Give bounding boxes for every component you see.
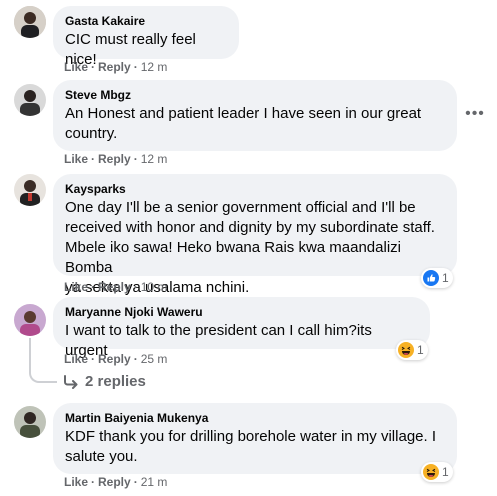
comment-bubble: Martin Baiyenia Mukenya KDF thank you fo… bbox=[53, 403, 457, 474]
more-options-icon[interactable]: ••• bbox=[461, 104, 489, 124]
reaction-badge[interactable]: 1 bbox=[396, 340, 428, 360]
reaction-count: 1 bbox=[442, 465, 449, 479]
avatar-image bbox=[14, 84, 46, 116]
separator: · bbox=[133, 60, 138, 74]
comment-author[interactable]: Gasta Kakaire bbox=[65, 13, 227, 29]
reaction-count: 1 bbox=[417, 343, 424, 357]
reply-thread-line bbox=[29, 338, 57, 383]
comment-text: KDF thank you for drilling borehole wate… bbox=[65, 427, 445, 467]
comment-bubble: Steve Mbgz An Honest and patient leader … bbox=[53, 80, 457, 151]
comment-text-line: received with honor and dignity by my su… bbox=[65, 219, 435, 236]
comment-bubble: Kaysparks One day I'll be a senior gover… bbox=[53, 174, 457, 296]
like-button[interactable]: Like bbox=[64, 280, 88, 294]
avatar-image bbox=[14, 6, 46, 38]
like-button[interactable]: Like bbox=[64, 475, 88, 489]
separator: · bbox=[133, 152, 138, 166]
comment-bubble: Maryanne Njoki Waweru I want to talk to … bbox=[53, 297, 430, 359]
comment-actions: Like · Reply · 12 m bbox=[64, 59, 167, 75]
separator: · bbox=[133, 352, 138, 366]
separator: · bbox=[91, 152, 96, 166]
reply-button[interactable]: Reply bbox=[98, 152, 131, 166]
avatar[interactable] bbox=[14, 6, 46, 38]
comment-text-line: One day I'll be a senior government offi… bbox=[65, 199, 416, 216]
separator: · bbox=[133, 280, 138, 294]
comment-actions: Like · Reply · 25 m bbox=[64, 351, 167, 367]
avatar-image bbox=[14, 406, 46, 438]
reaction-badge[interactable]: 1 bbox=[421, 462, 453, 482]
comment-author[interactable]: Kaysparks bbox=[65, 181, 445, 197]
comment-text-line: country. bbox=[65, 125, 118, 142]
avatar[interactable] bbox=[14, 304, 46, 336]
haha-reaction-icon bbox=[398, 342, 414, 358]
avatar[interactable] bbox=[14, 174, 46, 206]
avatar[interactable] bbox=[14, 406, 46, 438]
reply-arrow-icon bbox=[64, 374, 78, 389]
comment-actions: Like · Reply · 21 m bbox=[64, 474, 167, 490]
comment-timestamp[interactable]: 10 m bbox=[141, 280, 168, 294]
view-replies-button[interactable]: 2 replies bbox=[63, 373, 146, 390]
reaction-badge[interactable]: 1 bbox=[421, 268, 453, 288]
comment-text-line: KDF thank you for drilling borehole wate… bbox=[65, 428, 437, 445]
comment-timestamp[interactable]: 25 m bbox=[141, 352, 168, 366]
replies-count-label: 2 replies bbox=[85, 373, 146, 390]
like-button[interactable]: Like bbox=[64, 152, 88, 166]
separator: · bbox=[91, 60, 96, 74]
avatar[interactable] bbox=[14, 84, 46, 116]
reaction-count: 1 bbox=[442, 271, 449, 285]
avatar-image bbox=[14, 174, 46, 206]
comment-author[interactable]: Martin Baiyenia Mukenya bbox=[65, 410, 445, 426]
separator: · bbox=[91, 475, 96, 489]
reply-button[interactable]: Reply bbox=[98, 475, 131, 489]
comment-timestamp[interactable]: 21 m bbox=[141, 475, 168, 489]
comment-text-line: Mbele iko sawa! Heko bwana Rais kwa maan… bbox=[65, 239, 401, 276]
comment-author[interactable]: Steve Mbgz bbox=[65, 87, 445, 103]
comment-text-line: salute you. bbox=[65, 448, 138, 465]
reply-button[interactable]: Reply bbox=[98, 280, 131, 294]
comment-text: An Honest and patient leader I have seen… bbox=[65, 104, 445, 144]
comment-text-line: An Honest and patient leader I have seen… bbox=[65, 105, 422, 122]
comment-bubble: Gasta Kakaire CIC must really feel nice! bbox=[53, 6, 239, 68]
reply-button[interactable]: Reply bbox=[98, 352, 131, 366]
like-reaction-icon bbox=[423, 270, 439, 286]
like-button[interactable]: Like bbox=[64, 352, 88, 366]
comment-timestamp[interactable]: 12 m bbox=[141, 152, 168, 166]
separator: · bbox=[91, 280, 96, 294]
haha-reaction-icon bbox=[423, 464, 439, 480]
comment-actions: Like · Reply · 12 m bbox=[64, 151, 167, 167]
separator: · bbox=[91, 352, 96, 366]
comment-author[interactable]: Maryanne Njoki Waweru bbox=[65, 304, 418, 320]
reply-button[interactable]: Reply bbox=[98, 60, 131, 74]
comment-actions: Like · Reply · 10 m bbox=[64, 279, 167, 295]
comment-timestamp[interactable]: 12 m bbox=[141, 60, 168, 74]
separator: · bbox=[133, 475, 138, 489]
avatar-image bbox=[14, 304, 46, 336]
like-button[interactable]: Like bbox=[64, 60, 88, 74]
